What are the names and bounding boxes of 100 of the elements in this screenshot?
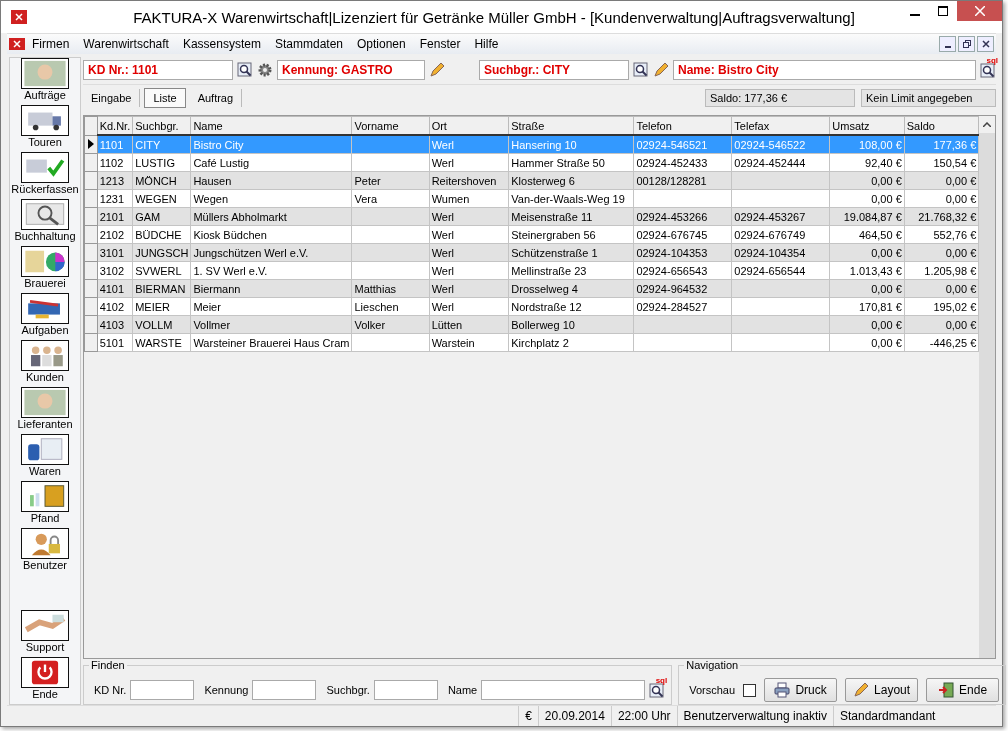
pencil-icon[interactable]: [429, 62, 445, 78]
sidebar-button[interactable]: Pfand: [10, 481, 80, 528]
app-icon[interactable]: [9, 38, 25, 50]
gear-icon[interactable]: [257, 62, 273, 78]
search-icon[interactable]: [649, 683, 666, 699]
input-field[interactable]: [481, 680, 646, 700]
menu-item[interactable]: Hilfe: [467, 37, 506, 51]
menu-item[interactable]: Kassensystem: [175, 37, 268, 51]
tab[interactable]: Liste: [144, 88, 186, 108]
table-cell: WEGEN: [135, 192, 177, 205]
table-cell: 0,00 €: [871, 282, 902, 295]
table-cell: Lieschen: [354, 300, 399, 313]
maximize-icon: [938, 6, 948, 16]
pencil-icon[interactable]: [653, 62, 669, 78]
table-cell: Drosselweg 4: [511, 282, 578, 295]
table-cell: Kiosk Büdchen: [193, 228, 267, 241]
column-header[interactable]: Straße: [508, 116, 634, 135]
toolbar-button[interactable]: Ende: [926, 678, 1000, 702]
menu-item[interactable]: Fenster: [412, 37, 468, 51]
close-button[interactable]: [957, 1, 1002, 21]
toolbar-button[interactable]: Layout: [845, 678, 919, 702]
printer-icon: [774, 682, 791, 698]
table-cell: Meisenstraße 11: [511, 210, 593, 223]
app-icon[interactable]: [11, 10, 27, 24]
search-icon[interactable]: [980, 63, 996, 79]
table-cell: Werl: [431, 300, 455, 313]
input-field[interactable]: [130, 680, 195, 700]
close-icon: [974, 6, 985, 16]
table-cell: Werl: [431, 138, 455, 151]
restore-button[interactable]: [958, 36, 975, 52]
table-cell: JUNGSCH: [135, 246, 189, 259]
table-cell: Wumen: [431, 192, 470, 205]
status-text: 22:00 Uhr: [610, 706, 677, 726]
sidebar-button[interactable]: Kunden: [10, 340, 80, 387]
table-cell: SVWERL: [135, 264, 182, 277]
table-cell: 1101: [99, 138, 124, 151]
sidebar-button[interactable]: Benutzer: [10, 528, 80, 575]
table-cell: 0,00 €: [871, 174, 902, 187]
table-cell: 21.768,32 €: [918, 210, 977, 223]
toolbar-button[interactable]: Druck: [764, 678, 838, 702]
sidebar-button[interactable]: Waren: [10, 434, 80, 481]
table-cell: Werl: [431, 246, 455, 259]
sidebar-button[interactable]: Ende: [10, 657, 80, 704]
sidebar-button[interactable]: Buchhaltung: [10, 199, 80, 246]
sidebar-button[interactable]: Aufträge: [10, 58, 80, 105]
column-header[interactable]: Kd.Nr.: [97, 116, 133, 135]
column-header[interactable]: Ort: [429, 116, 509, 135]
balance-field: Saldo: 177,36 €: [705, 89, 855, 107]
table-cell: Vera: [354, 192, 378, 205]
table-cell: 3102: [99, 264, 125, 277]
table-cell: Café Lustig: [193, 156, 250, 169]
table-cell: 150,54 €: [933, 156, 977, 169]
search-icon[interactable]: [633, 62, 649, 78]
minimize-button[interactable]: [939, 36, 956, 52]
column-header[interactable]: Suchbgr.: [132, 116, 191, 135]
input-field[interactable]: [373, 680, 438, 700]
column-header[interactable]: Name: [190, 116, 352, 135]
code-field[interactable]: Kennung: GASTRO: [277, 60, 425, 80]
field-label: Kennung: [204, 684, 249, 696]
customer-number-field[interactable]: KD Nr.: 1101: [83, 60, 233, 80]
table-cell: 00128/128281: [636, 174, 707, 187]
table-cell: Werl: [431, 282, 455, 295]
sidebar-button[interactable]: Aufgaben: [10, 293, 80, 340]
name-field[interactable]: Name: Bistro City: [673, 60, 976, 80]
table-cell: 1. SV Werl e.V.: [193, 264, 268, 277]
table-cell: 2102: [99, 228, 125, 241]
close-button[interactable]: [977, 36, 994, 52]
checkbox[interactable]: [743, 683, 757, 697]
table-cell: 0,00 €: [871, 246, 902, 259]
column-header[interactable]: Telefax: [731, 116, 830, 135]
table-cell: 170,81 €: [858, 300, 902, 313]
scroll-up-icon[interactable]: [983, 122, 992, 127]
menu-item[interactable]: Optionen: [350, 37, 413, 51]
sidebar-button[interactable]: Touren: [10, 105, 80, 152]
menu-item[interactable]: Firmen: [25, 37, 77, 51]
table-cell: 5101: [99, 336, 125, 349]
tab[interactable]: Auftrag: [189, 89, 243, 107]
input-field[interactable]: [252, 680, 317, 700]
table-cell: 1.205,98 €: [924, 264, 977, 277]
scrollbar[interactable]: [979, 116, 995, 658]
table-cell: Volker: [354, 318, 386, 331]
column-header[interactable]: Saldo: [904, 116, 979, 135]
search-icon[interactable]: [237, 62, 253, 78]
sidebar-button[interactable]: Support: [10, 610, 80, 657]
table-cell: Van-der-Waals-Weg 19: [511, 192, 625, 205]
menu-item[interactable]: Warenwirtschaft: [76, 37, 176, 51]
table-cell: Hansering 10: [511, 138, 577, 151]
table-cell: 02924-452444: [734, 156, 806, 169]
column-header[interactable]: Vorname: [351, 116, 430, 135]
group-title: Navigation: [684, 659, 741, 671]
table-cell: 02924-676745: [636, 228, 708, 241]
sidebar-button[interactable]: Lieferanten: [10, 387, 80, 434]
column-header[interactable]: Umsatz: [829, 116, 905, 135]
sidebar-button[interactable]: Rückerfassen: [10, 152, 80, 199]
status-text: Standardmandant: [833, 706, 996, 726]
menu-item[interactable]: Stammdaten: [267, 37, 350, 51]
search-term-field[interactable]: Suchbgr.: CITY: [479, 60, 629, 80]
sidebar-button[interactable]: Brauerei: [10, 246, 80, 293]
column-header[interactable]: Telefon: [633, 116, 732, 135]
tab[interactable]: Eingabe: [83, 89, 141, 107]
